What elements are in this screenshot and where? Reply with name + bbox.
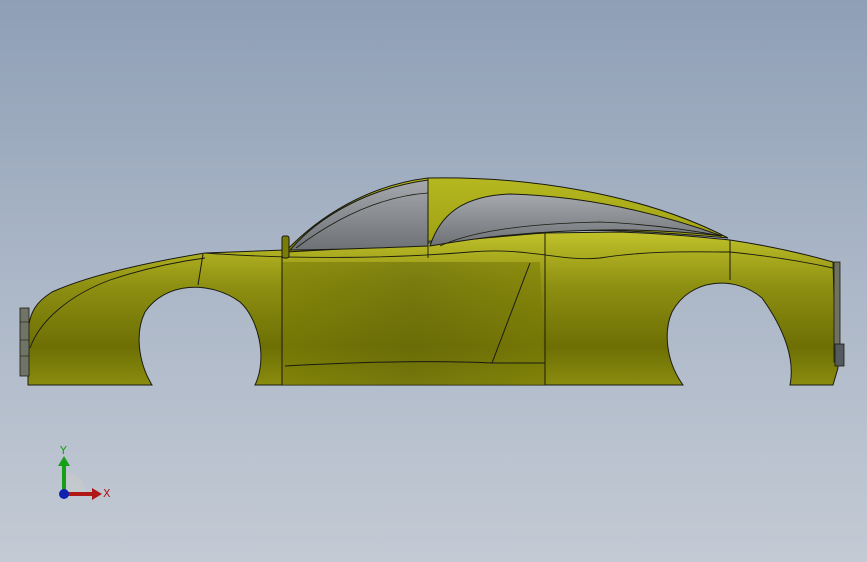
side-mirror[interactable]: [281, 235, 290, 259]
windshield-glass[interactable]: [288, 179, 429, 251]
y-arrow-head: [58, 456, 70, 466]
front-bumper[interactable]: [19, 307, 30, 377]
y-axis-label: Y: [59, 444, 67, 457]
x-arrow-head: [92, 488, 102, 500]
reference-triad: Y X: [58, 444, 111, 500]
car-body-model[interactable]: [0, 0, 867, 562]
z-axis-dot: [59, 489, 69, 499]
graphics-viewport[interactable]: Y X: [0, 0, 867, 562]
exhaust-tip[interactable]: [834, 343, 845, 367]
side-panel-lower: [282, 262, 545, 385]
x-axis-label: X: [103, 487, 111, 500]
